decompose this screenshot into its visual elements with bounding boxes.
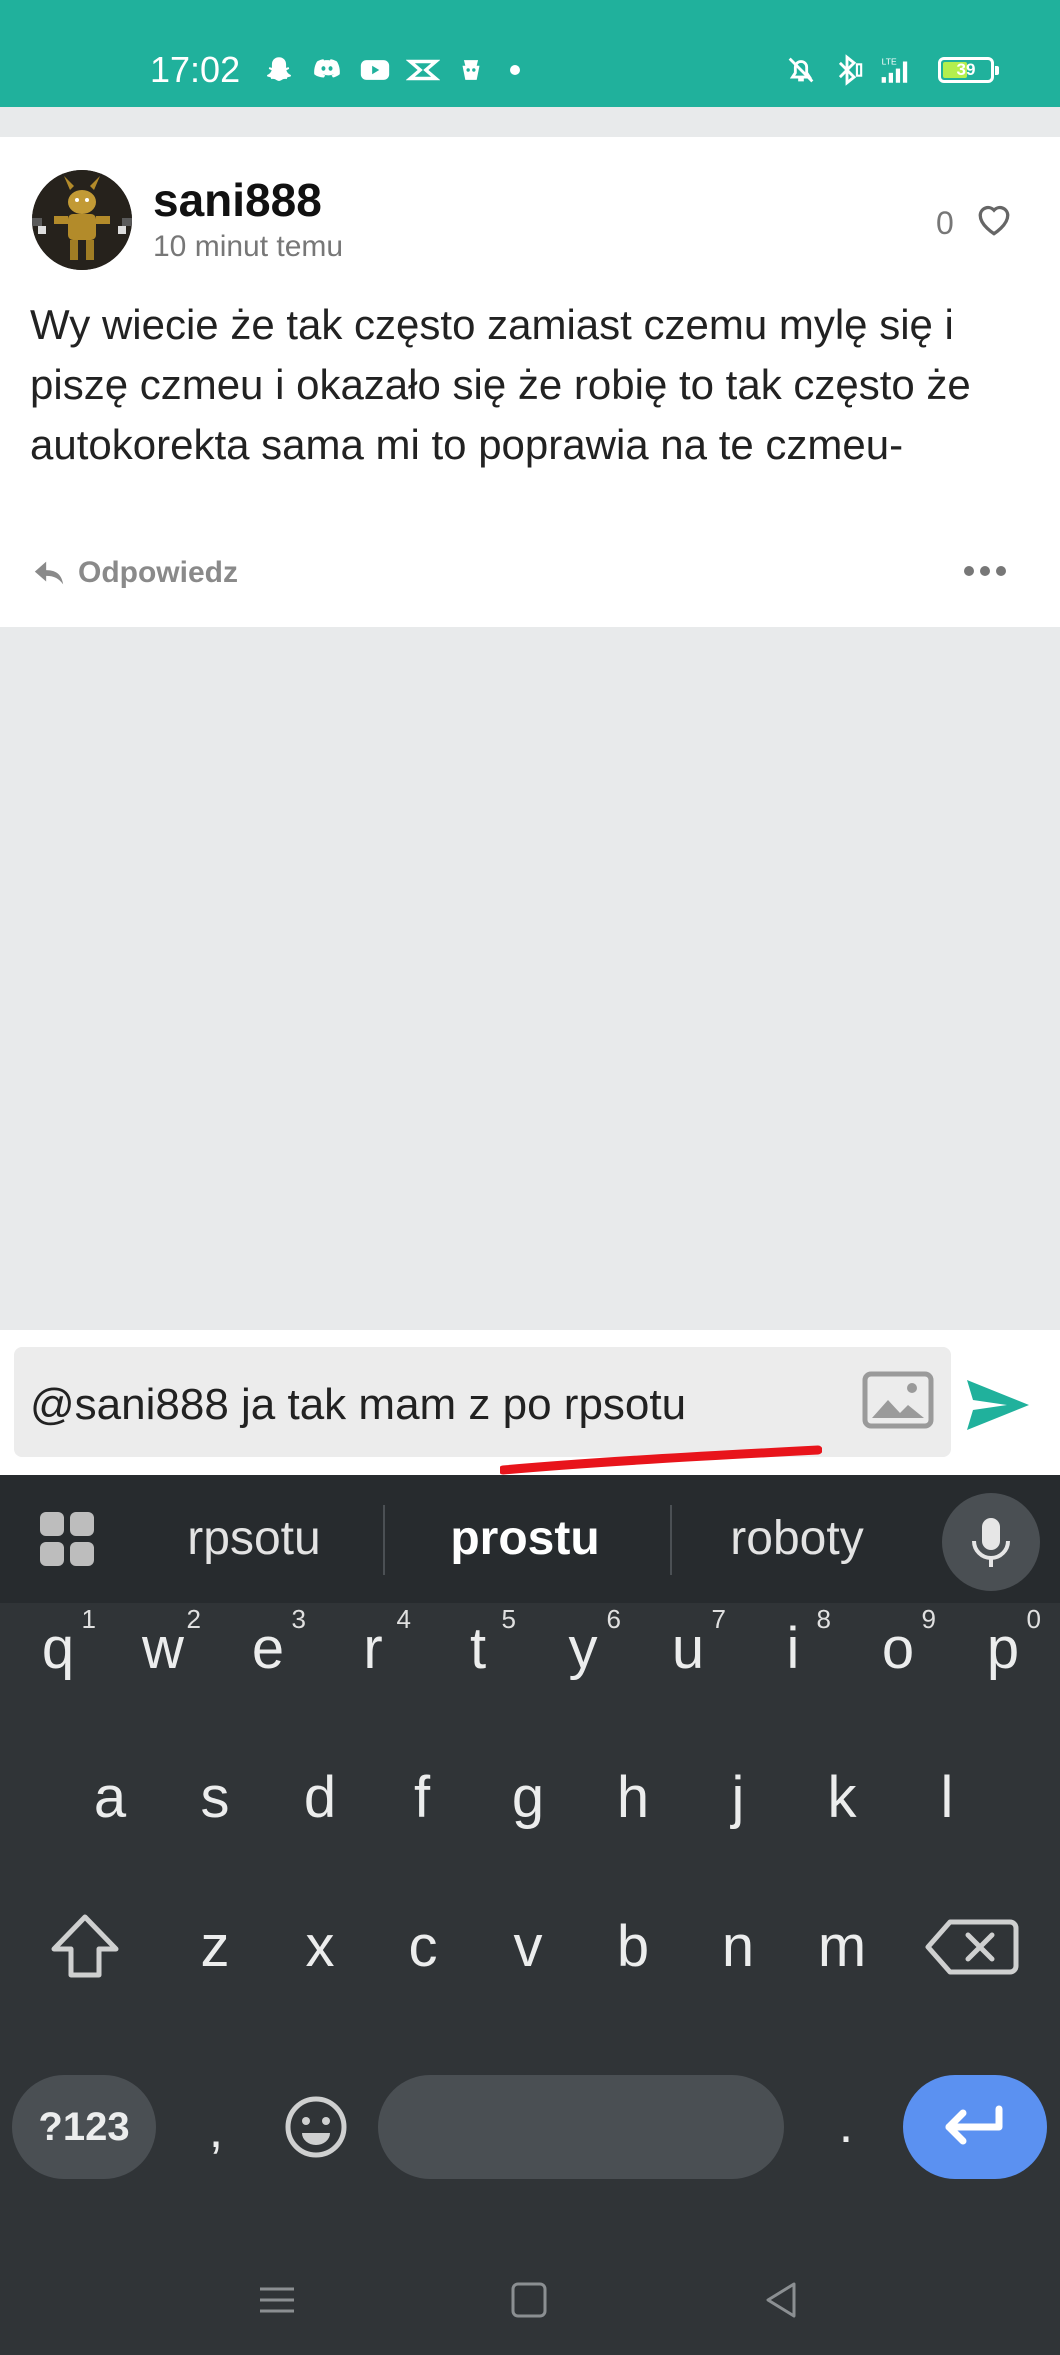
key-s[interactable]: s bbox=[165, 1738, 265, 1858]
voice-input-button[interactable] bbox=[942, 1493, 1040, 1591]
key-n[interactable]: n bbox=[688, 1887, 788, 2007]
status-time: 17:02 bbox=[150, 49, 241, 90]
top-gap bbox=[0, 107, 1060, 137]
navigation-bar bbox=[0, 2245, 1060, 2355]
key-v[interactable]: v bbox=[478, 1887, 578, 2007]
key-o[interactable]: o9 bbox=[848, 1589, 948, 1709]
comment-text: Wy wiecie że tak często zamiast czemu my… bbox=[30, 301, 971, 468]
send-icon[interactable] bbox=[965, 1378, 1031, 1432]
image-icon[interactable] bbox=[862, 1371, 934, 1429]
keyboard: rpsotu prostu roboty q1 w2 e3 r4 t5 y6 u… bbox=[0, 1475, 1060, 2355]
key-b[interactable]: b bbox=[583, 1887, 683, 2007]
key-k[interactable]: k bbox=[792, 1738, 892, 1858]
shift-key[interactable] bbox=[30, 1887, 140, 2007]
suggestion-bar: rpsotu prostu roboty bbox=[0, 1475, 1060, 1603]
suggestion-1[interactable]: rpsotu bbox=[129, 1511, 379, 1567]
discord-icon bbox=[314, 59, 340, 78]
key-y[interactable]: y6 bbox=[533, 1589, 633, 1709]
key-w[interactable]: w2 bbox=[113, 1589, 213, 1709]
menu-icon[interactable] bbox=[252, 2275, 302, 2325]
snapchat-icon bbox=[266, 57, 292, 81]
key-r[interactable]: r4 bbox=[323, 1589, 423, 1709]
like-count: 0 bbox=[936, 205, 954, 241]
youtube-icon bbox=[360, 60, 390, 80]
comment-card: sani888 10 minut temu 0 Wy wiecie że tak… bbox=[0, 137, 1060, 627]
key-h[interactable]: h bbox=[583, 1738, 683, 1858]
system-icons: LTE bbox=[784, 52, 910, 88]
reply-icon bbox=[34, 561, 64, 585]
battery-level: 39 bbox=[956, 60, 976, 79]
backspace-icon bbox=[925, 1919, 1019, 1975]
avatar[interactable] bbox=[32, 170, 132, 270]
enter-icon bbox=[945, 2105, 1003, 2145]
key-e[interactable]: e3 bbox=[218, 1589, 318, 1709]
key-q[interactable]: q1 bbox=[8, 1589, 108, 1709]
key-d[interactable]: d bbox=[270, 1738, 370, 1858]
more-notifications-dot bbox=[510, 65, 520, 75]
key-j[interactable]: j bbox=[688, 1738, 788, 1858]
comma-key[interactable]: , bbox=[176, 2075, 256, 2179]
more-options-icon[interactable] bbox=[962, 561, 1008, 581]
key-l[interactable]: l bbox=[897, 1738, 997, 1858]
suggestion-3[interactable]: roboty bbox=[672, 1511, 922, 1567]
key-m[interactable]: m bbox=[792, 1887, 892, 2007]
key-p[interactable]: p0 bbox=[953, 1589, 1053, 1709]
post-time: 10 minut temu bbox=[153, 230, 344, 263]
heart-icon[interactable] bbox=[972, 197, 1016, 241]
microphone-icon bbox=[972, 1518, 1010, 1567]
bell-off-icon bbox=[788, 57, 814, 83]
key-f[interactable]: f bbox=[372, 1738, 472, 1858]
home-icon[interactable] bbox=[504, 2275, 554, 2325]
backspace-key[interactable] bbox=[918, 1887, 1028, 2007]
key-t[interactable]: t5 bbox=[428, 1589, 528, 1709]
space-key[interactable] bbox=[378, 2075, 784, 2179]
shift-icon bbox=[51, 1914, 119, 1978]
svg-text:LTE: LTE bbox=[882, 56, 897, 66]
notification-icons bbox=[262, 52, 520, 88]
key-a[interactable]: a bbox=[60, 1738, 160, 1858]
period-key[interactable]: . bbox=[806, 2075, 886, 2179]
red-annotation-underline bbox=[500, 1445, 822, 1475]
reply-label: Odpowiedz bbox=[78, 556, 238, 589]
key-c[interactable]: c bbox=[373, 1887, 473, 2007]
emoji-icon[interactable] bbox=[282, 2093, 350, 2161]
apps-grid-icon[interactable] bbox=[38, 1510, 96, 1568]
key-i[interactable]: i8 bbox=[743, 1589, 843, 1709]
suggestion-2[interactable]: prostu bbox=[400, 1511, 650, 1567]
back-icon[interactable] bbox=[758, 2275, 808, 2325]
key-u[interactable]: u7 bbox=[638, 1589, 738, 1709]
key-z[interactable]: z bbox=[165, 1887, 265, 2007]
app-icon bbox=[462, 60, 480, 80]
capcut-icon bbox=[406, 59, 440, 81]
lte-signal-icon: LTE bbox=[881, 56, 908, 83]
bluetooth-icon bbox=[838, 54, 863, 86]
username[interactable]: sani888 bbox=[153, 173, 322, 227]
suggestion-divider bbox=[383, 1505, 385, 1575]
reply-button[interactable]: Odpowiedz bbox=[32, 555, 238, 591]
battery-icon: 39 bbox=[938, 57, 999, 83]
key-g[interactable]: g bbox=[478, 1738, 578, 1858]
key-x[interactable]: x bbox=[270, 1887, 370, 2007]
numbers-key[interactable]: ?123 bbox=[12, 2075, 156, 2179]
reply-input-value: @sani888 ja tak mam z po rpsotu bbox=[30, 1380, 687, 1429]
enter-key[interactable] bbox=[903, 2075, 1047, 2179]
status-bar: 17:02 LTE 39 bbox=[0, 0, 1060, 107]
